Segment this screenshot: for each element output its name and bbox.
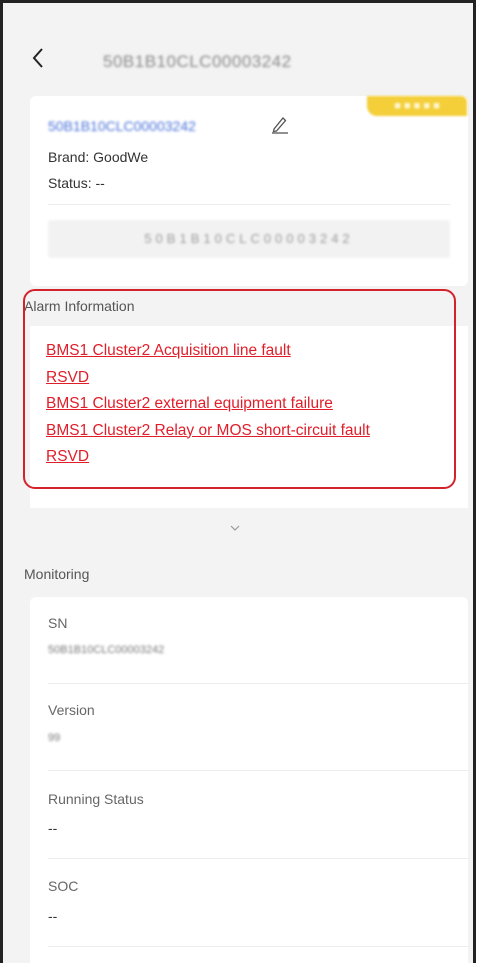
- pen-icon: [272, 117, 288, 134]
- window-frame-left: [0, 0, 3, 963]
- back-button[interactable]: [31, 47, 45, 69]
- chevron-left-icon: [32, 48, 43, 68]
- chevron-down-icon: [230, 525, 240, 531]
- version-value: 99: [48, 732, 61, 744]
- divider: [48, 770, 469, 771]
- running-status-label: Running Status: [48, 791, 144, 807]
- status-badge: ■ ■ ■ ■ ■: [367, 96, 467, 116]
- status-text: Status: --: [48, 175, 105, 191]
- alarm-highlight-box: [23, 289, 456, 489]
- monitoring-heading: Monitoring: [24, 566, 90, 582]
- divider: [48, 204, 450, 205]
- brand-text: Brand: GoodWe: [48, 149, 149, 165]
- version-label: Version: [48, 702, 95, 718]
- running-status-value: --: [48, 820, 58, 836]
- expand-button[interactable]: [228, 520, 242, 531]
- sn-label: SN: [48, 615, 68, 631]
- soc-value: --: [48, 908, 58, 924]
- divider: [48, 858, 469, 859]
- soc-label: SOC: [48, 878, 79, 894]
- device-sn-link[interactable]: 50B1B10CLC00003242: [48, 118, 196, 134]
- edit-icon[interactable]: [270, 114, 290, 134]
- page-title: 50B1B10CLC00003242: [103, 52, 292, 71]
- device-barcode: 50B1B10CLC00003242: [48, 220, 450, 258]
- sn-value: 50B1B10CLC00003242: [48, 644, 165, 656]
- divider: [48, 683, 469, 684]
- top-bar: 50B1B10CLC00003242: [3, 3, 473, 79]
- page-margin: [476, 0, 485, 963]
- device-card: ■ ■ ■ ■ ■ 50B1B10CLC00003242 Brand: Good…: [30, 96, 468, 286]
- divider: [48, 946, 469, 947]
- monitoring-card: SN 50B1B10CLC00003242 Version 99 Running…: [30, 597, 469, 963]
